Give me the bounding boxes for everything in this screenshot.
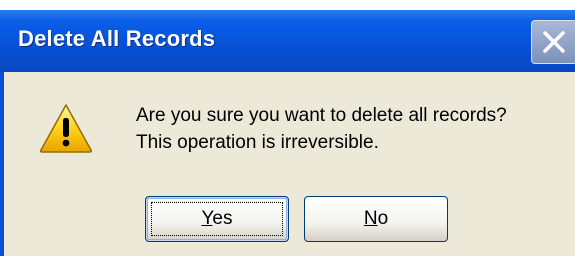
no-label-rest: o <box>377 208 389 229</box>
yes-button[interactable]: Yes <box>145 196 289 242</box>
confirmation-message: Are you sure you want to delete all reco… <box>136 102 507 156</box>
close-icon <box>542 31 565 53</box>
no-button-label: No <box>364 208 388 230</box>
delete-records-dialog: Delete All Records Are you sure you want… <box>0 10 575 256</box>
message-line-2: This operation is irreversible. <box>136 132 379 153</box>
dialog-title: Delete All Records <box>18 26 216 51</box>
close-button[interactable] <box>531 20 575 64</box>
warning-icon <box>39 104 93 153</box>
focus-rectangle <box>151 202 283 236</box>
no-accelerator: N <box>363 208 378 229</box>
title-bar[interactable]: Delete All Records <box>0 10 575 72</box>
dialog-body: Are you sure you want to delete all reco… <box>4 72 575 256</box>
message-line-1: Are you sure you want to delete all reco… <box>136 105 507 126</box>
no-button[interactable]: No <box>304 196 448 242</box>
